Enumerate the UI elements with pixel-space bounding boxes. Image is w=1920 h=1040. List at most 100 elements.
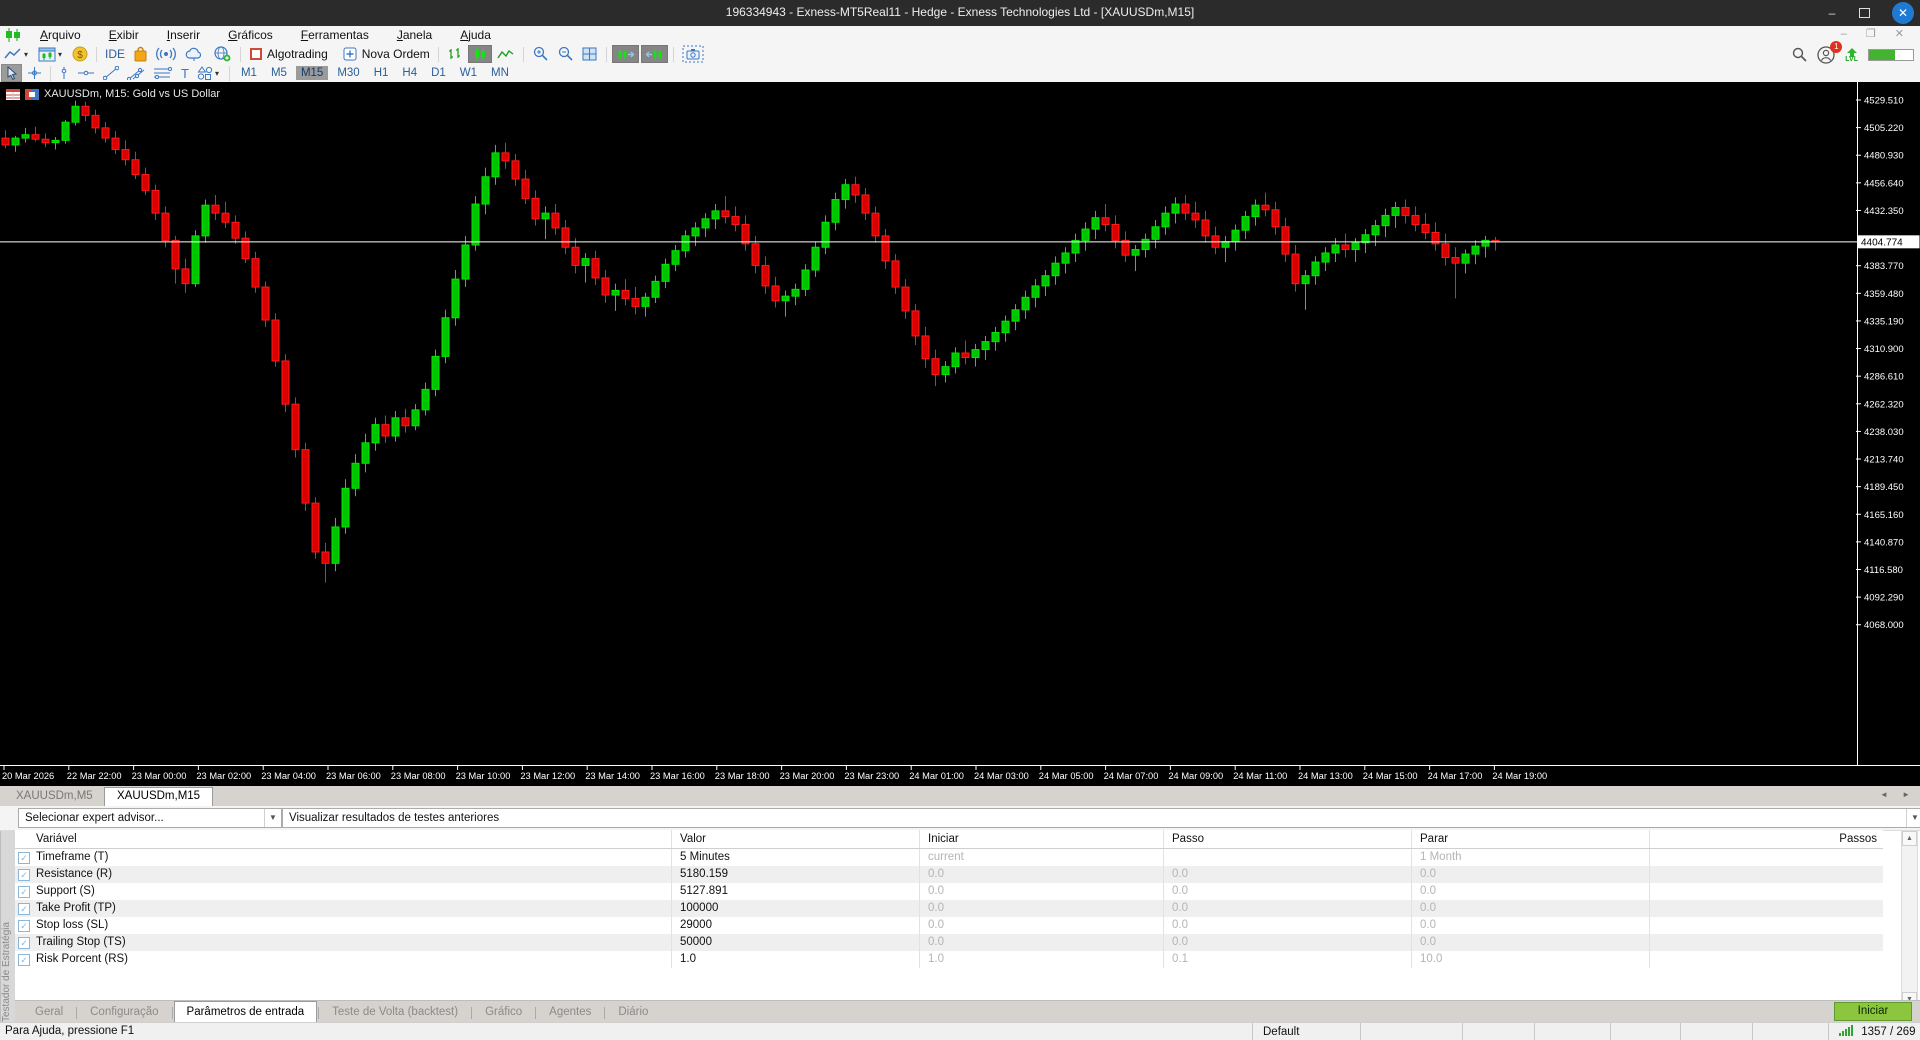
text-tool-button[interactable]: T (178, 64, 192, 82)
param-passo[interactable] (1172, 849, 1410, 866)
param-parar[interactable]: 0.0 (1420, 883, 1652, 900)
tester-tab-teste-de-volta-backtest-[interactable]: Teste de Volta (backtest) (320, 1002, 470, 1023)
status-connection[interactable]: 1357 / 269 Kb (1828, 1023, 1920, 1040)
param-passos[interactable] (1658, 883, 1880, 900)
param-iniciar[interactable]: 1.0 (928, 951, 1166, 968)
param-parar[interactable]: 1 Month (1420, 849, 1652, 866)
checkbox-checked[interactable]: ✓ (18, 920, 30, 932)
tester-tab-agentes[interactable]: Agentes (537, 1002, 603, 1023)
market-button[interactable] (130, 45, 151, 63)
horizontal-line-tool-button[interactable] (74, 64, 98, 82)
zoom-out-button[interactable] (554, 45, 577, 63)
param-passo[interactable]: 0.0 (1172, 900, 1410, 917)
param-valor[interactable]: 100000 (680, 900, 920, 917)
param-passo[interactable]: 0.0 (1172, 934, 1410, 951)
param-valor[interactable]: 5 Minutes (680, 849, 920, 866)
checkbox-checked[interactable]: ✓ (18, 903, 30, 915)
param-parar[interactable]: 0.0 (1420, 900, 1652, 917)
param-row-trailing-stop-ts-[interactable]: ✓ Trailing Stop (TS) 50000 0.0 0.0 0.0 (15, 934, 1883, 951)
param-iniciar[interactable]: 0.0 (928, 883, 1166, 900)
table-scrollbar[interactable]: ▲ ▼ (1901, 830, 1918, 1008)
tester-tab-par-metros-de-entrada[interactable]: Parâmetros de entrada (173, 1001, 318, 1023)
tester-tab-gr-fico[interactable]: Gráfico (473, 1002, 534, 1023)
tab-scroll-arrows[interactable]: ◄ ► (1880, 790, 1916, 799)
vps-button[interactable] (209, 45, 235, 63)
column-header-variável[interactable]: Variável (36, 830, 77, 848)
param-passos[interactable] (1658, 951, 1880, 968)
menu-inserir[interactable]: Inserir (153, 26, 214, 44)
param-row-support-s-[interactable]: ✓ Support (S) 5127.891 0.0 0.0 0.0 (15, 883, 1883, 900)
signals-button[interactable] (153, 45, 179, 63)
bar-chart-mode-button[interactable] (444, 45, 466, 63)
level-up-button[interactable]: LVL (1845, 47, 1858, 63)
minimize-button[interactable]: – (1818, 3, 1846, 23)
chart-area[interactable]: 4529.510 4505.220 4480.930 4456.640 4432.350… (0, 82, 1920, 786)
search-button[interactable] (1791, 47, 1807, 63)
status-profile[interactable]: Default (1252, 1023, 1371, 1040)
algotrading-button[interactable]: Algotrading (246, 45, 331, 63)
timeframe-w1[interactable]: W1 (455, 66, 482, 80)
tester-tab-di-rio[interactable]: Diário (606, 1002, 660, 1023)
param-iniciar[interactable]: 0.0 (928, 866, 1166, 883)
param-parar[interactable]: 10.0 (1420, 951, 1652, 968)
column-header-parar[interactable]: Parar (1420, 830, 1448, 848)
new-order-button[interactable]: Nova Ordem (340, 45, 433, 63)
channel-tool-button[interactable] (124, 64, 148, 82)
previous-results-combo[interactable]: Visualizar resultados de testes anterior… (282, 808, 1920, 828)
fibonacci-tool-button[interactable] (150, 64, 176, 82)
param-row-stop-loss-sl-[interactable]: ✓ Stop loss (SL) 29000 0.0 0.0 0.0 (15, 917, 1883, 934)
account-button[interactable]: 1 (1817, 41, 1843, 64)
param-valor[interactable]: 5127.891 (680, 883, 920, 900)
line-chart-mode-button[interactable] (494, 45, 518, 63)
param-iniciar[interactable]: current (928, 849, 1166, 866)
mdi-window-controls[interactable]: ‒ ❐ ✕ (1841, 27, 1912, 40)
chart-tab-xauusdm-m15[interactable]: XAUUSDm,M15 (104, 787, 214, 807)
timeframe-h1[interactable]: H1 (369, 66, 394, 80)
cursor-tool-button[interactable] (1, 64, 22, 82)
tile-windows-button[interactable] (579, 45, 601, 63)
timeframe-d1[interactable]: D1 (426, 66, 451, 80)
zoom-in-button[interactable] (529, 45, 552, 63)
param-iniciar[interactable]: 0.0 (928, 917, 1166, 934)
checkbox-checked[interactable]: ✓ (18, 852, 30, 864)
param-parar[interactable]: 0.0 (1420, 934, 1652, 951)
param-valor[interactable]: 50000 (680, 934, 920, 951)
param-passo[interactable]: 0.0 (1172, 866, 1410, 883)
screenshot-button[interactable] (679, 45, 707, 63)
timeframe-mn[interactable]: MN (486, 66, 514, 80)
trendline-tool-button[interactable] (100, 64, 122, 82)
candlestick-mode-button[interactable] (467, 45, 492, 63)
timeframe-m1[interactable]: M1 (236, 66, 262, 80)
shapes-tool-button[interactable]: ▾ (194, 64, 224, 82)
timeframe-m5[interactable]: M5 (266, 66, 292, 80)
menu-ferramentas[interactable]: Ferramentas (287, 26, 383, 44)
expert-advisor-combo[interactable]: Selecionar expert advisor... ▼ (18, 808, 282, 828)
param-passos[interactable] (1658, 849, 1880, 866)
vertical-line-tool-button[interactable] (56, 64, 72, 82)
param-passos[interactable] (1658, 934, 1880, 951)
param-iniciar[interactable]: 0.0 (928, 900, 1166, 917)
chart-tab-xauusdm-m5[interactable]: XAUUSDm,M5 (4, 788, 105, 805)
maximize-button[interactable] (1850, 3, 1878, 23)
crosshair-tool-button[interactable] (24, 64, 45, 82)
param-row-take-profit-tp-[interactable]: ✓ Take Profit (TP) 100000 0.0 0.0 0.0 (15, 900, 1883, 917)
param-row-timeframe-t-[interactable]: ✓ Timeframe (T) 5 Minutes current 1 Month (15, 849, 1883, 866)
menu-ajuda[interactable]: Ajuda (446, 26, 505, 44)
column-header-iniciar[interactable]: Iniciar (928, 830, 959, 848)
checkbox-checked[interactable]: ✓ (18, 954, 30, 966)
checkbox-checked[interactable]: ✓ (18, 886, 30, 898)
param-passos[interactable] (1658, 917, 1880, 934)
menu-arquivo[interactable]: Arquivo (26, 26, 95, 44)
tester-tab-configura-o[interactable]: Configuração (78, 1002, 170, 1023)
metaeditor-button[interactable]: IDE (102, 45, 128, 63)
checkbox-checked[interactable]: ✓ (18, 869, 30, 881)
cloud-button[interactable] (181, 45, 207, 63)
column-header-valor[interactable]: Valor (680, 830, 706, 848)
menu-exibir[interactable]: Exibir (95, 26, 153, 44)
param-passo[interactable]: 0.0 (1172, 883, 1410, 900)
param-row-risk-porcent-rs-[interactable]: ✓ Risk Porcent (RS) 1.0 1.0 0.1 10.0 (15, 951, 1883, 968)
timeframe-h4[interactable]: H4 (397, 66, 422, 80)
deposit-button[interactable]: $ (69, 45, 91, 63)
param-valor[interactable]: 1.0 (680, 951, 920, 968)
param-passo[interactable]: 0.0 (1172, 917, 1410, 934)
